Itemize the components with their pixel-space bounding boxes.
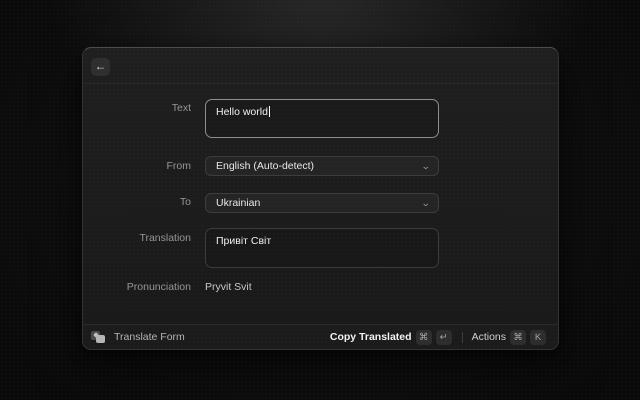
window-header: ← xyxy=(83,48,558,84)
text-cursor xyxy=(269,106,270,117)
translate-form-window: ← Text Hello world From English (Auto-de… xyxy=(82,47,559,350)
text-field-label: Text xyxy=(83,102,191,115)
footer-actions: Copy Translated ⌘ ↵ Actions ⌘ K xyxy=(330,330,546,345)
from-field-label: From xyxy=(83,160,191,173)
return-key-icon[interactable]: ↵ xyxy=(436,330,452,345)
copy-translated-button[interactable]: Copy Translated xyxy=(330,331,412,343)
chevron-down-icon: ⌄ xyxy=(421,199,431,208)
footer-divider xyxy=(462,332,463,343)
from-select[interactable]: English (Auto-detect) ⌄ xyxy=(205,156,439,176)
action-bar: Translate Form Copy Translated ⌘ ↵ Actio… xyxy=(83,324,558,349)
extension-title: Translate Form xyxy=(114,331,185,343)
command-key-icon[interactable]: ⌘ xyxy=(416,330,432,345)
from-select-value: English (Auto-detect) xyxy=(216,160,314,172)
back-button[interactable]: ← xyxy=(91,58,110,76)
translate-icon-front-square xyxy=(96,335,105,344)
to-select[interactable]: Ukrainian ⌄ xyxy=(205,193,439,213)
text-input-value: Hello world xyxy=(216,106,268,118)
k-key-icon[interactable]: K xyxy=(530,330,546,345)
chevron-down-icon: ⌄ xyxy=(421,162,431,171)
text-input[interactable]: Hello world xyxy=(205,99,439,138)
pronunciation-value: Pryvit Svit xyxy=(205,281,252,294)
translation-input[interactable]: Привіт Світ xyxy=(205,228,439,268)
translation-field-label: Translation xyxy=(83,232,191,245)
to-select-value: Ukrainian xyxy=(216,197,260,209)
actions-menu-button[interactable]: Actions xyxy=(472,331,506,343)
translate-extension-icon xyxy=(91,331,106,344)
command-key-icon[interactable]: ⌘ xyxy=(510,330,526,345)
translation-input-value: Привіт Світ xyxy=(216,235,271,247)
pronunciation-label: Pronunciation xyxy=(83,281,191,294)
to-field-label: To xyxy=(83,196,191,209)
